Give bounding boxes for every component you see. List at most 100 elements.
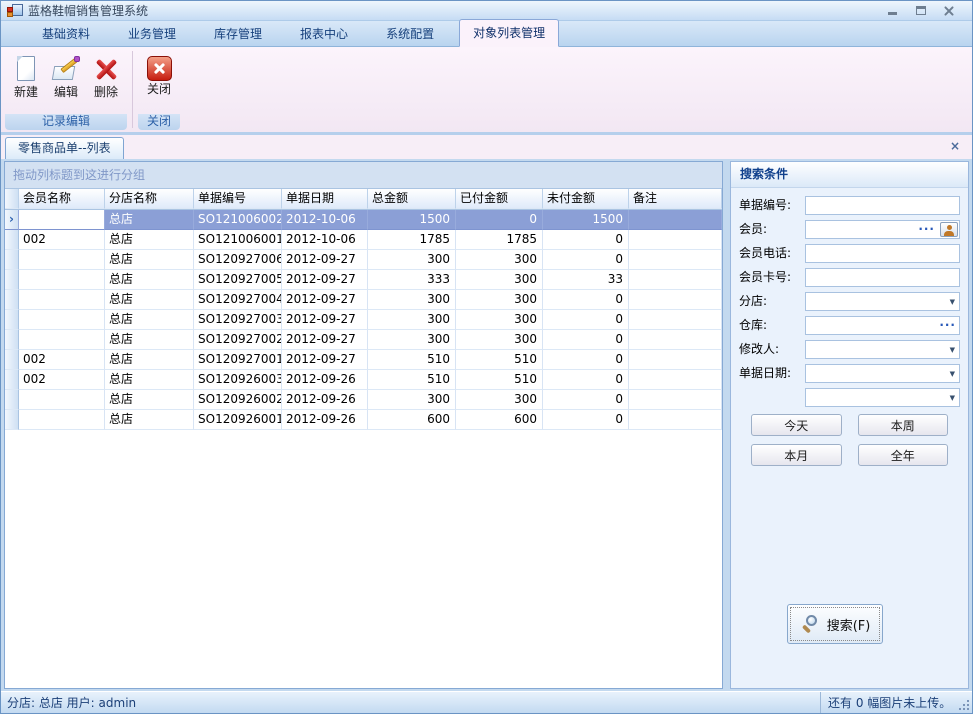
row-indicator[interactable]: [5, 350, 19, 370]
cell-total[interactable]: 300: [368, 330, 456, 350]
modifier-select[interactable]: ▼: [805, 340, 960, 359]
cell-total[interactable]: 1500: [368, 210, 456, 230]
cell-date[interactable]: 2012-09-26: [282, 370, 368, 390]
tab-business[interactable]: 业务管理: [115, 21, 189, 47]
cell-total[interactable]: 600: [368, 410, 456, 430]
cell-member[interactable]: [19, 390, 105, 410]
minimize-button[interactable]: [886, 4, 900, 18]
cell-member[interactable]: [19, 210, 105, 230]
cell-unpaid[interactable]: 0: [543, 310, 629, 330]
cell-date[interactable]: 2012-09-27: [282, 310, 368, 330]
table-row[interactable]: 总店SO1209260022012-09-263003000: [5, 390, 722, 410]
search-button[interactable]: 搜索(F): [787, 604, 883, 644]
cell-note[interactable]: [629, 270, 722, 290]
row-indicator[interactable]: [5, 230, 19, 250]
table-row[interactable]: 002总店SO1209270012012-09-275105100: [5, 350, 722, 370]
cell-total[interactable]: 300: [368, 290, 456, 310]
today-button[interactable]: 今天: [751, 414, 842, 436]
cell-paid[interactable]: 300: [456, 270, 543, 290]
cell-branch[interactable]: 总店: [105, 270, 194, 290]
maximize-button[interactable]: [914, 4, 928, 18]
cell-date[interactable]: 2012-09-26: [282, 410, 368, 430]
cell-date[interactable]: 2012-10-06: [282, 230, 368, 250]
cell-date[interactable]: 2012-09-27: [282, 330, 368, 350]
cell-branch[interactable]: 总店: [105, 310, 194, 330]
table-row[interactable]: 002总店SO1209260032012-09-265105100: [5, 370, 722, 390]
cell-total[interactable]: 333: [368, 270, 456, 290]
row-indicator[interactable]: [5, 290, 19, 310]
cell-paid[interactable]: 300: [456, 290, 543, 310]
cell-paid[interactable]: 300: [456, 390, 543, 410]
cell-date[interactable]: 2012-09-27: [282, 270, 368, 290]
cell-unpaid[interactable]: 0: [543, 410, 629, 430]
row-indicator[interactable]: [5, 410, 19, 430]
column-header-date[interactable]: 单据日期: [282, 189, 368, 209]
table-row[interactable]: 总店SO1209270052012-09-2733330033: [5, 270, 722, 290]
cell-unpaid[interactable]: 0: [543, 230, 629, 250]
splitter[interactable]: [723, 161, 730, 689]
cell-paid[interactable]: 510: [456, 370, 543, 390]
cell-doc_no[interactable]: SO121006002: [194, 210, 282, 230]
cell-paid[interactable]: 510: [456, 350, 543, 370]
ellipsis-icon[interactable]: ···: [939, 318, 959, 333]
cell-member[interactable]: [19, 410, 105, 430]
row-indicator[interactable]: [5, 390, 19, 410]
cell-member[interactable]: [19, 330, 105, 350]
member-card-input[interactable]: [805, 268, 960, 287]
cell-note[interactable]: [629, 210, 722, 230]
cell-total[interactable]: 300: [368, 310, 456, 330]
cell-branch[interactable]: 总店: [105, 230, 194, 250]
tab-object-list[interactable]: 对象列表管理: [459, 19, 559, 47]
cell-branch[interactable]: 总店: [105, 370, 194, 390]
table-row[interactable]: 总店SO1209270032012-09-273003000: [5, 310, 722, 330]
resize-grip-icon[interactable]: [958, 699, 970, 711]
cell-member[interactable]: [19, 250, 105, 270]
cell-doc_no[interactable]: SO120926003: [194, 370, 282, 390]
cell-branch[interactable]: 总店: [105, 250, 194, 270]
tab-reports[interactable]: 报表中心: [287, 21, 361, 47]
column-header-doc-no[interactable]: 单据编号: [194, 189, 282, 209]
cell-unpaid[interactable]: 0: [543, 350, 629, 370]
person-icon[interactable]: [940, 222, 958, 237]
row-indicator[interactable]: [5, 270, 19, 290]
row-indicator[interactable]: [5, 330, 19, 350]
doc-date-from-select[interactable]: ▼: [805, 364, 960, 383]
cell-note[interactable]: [629, 250, 722, 270]
column-header-paid[interactable]: 已付金额: [456, 189, 543, 209]
column-header-member[interactable]: 会员名称: [19, 189, 105, 209]
table-row[interactable]: 总店SO1209260012012-09-266006000: [5, 410, 722, 430]
close-tab-button[interactable]: 关闭: [139, 51, 179, 97]
cell-unpaid[interactable]: 0: [543, 250, 629, 270]
cell-paid[interactable]: 600: [456, 410, 543, 430]
cell-member[interactable]: 002: [19, 230, 105, 250]
cell-branch[interactable]: 总店: [105, 290, 194, 310]
cell-note[interactable]: [629, 230, 722, 250]
cell-doc_no[interactable]: SO120926001: [194, 410, 282, 430]
cell-branch[interactable]: 总店: [105, 390, 194, 410]
column-header-note[interactable]: 备注: [629, 189, 722, 209]
cell-branch[interactable]: 总店: [105, 410, 194, 430]
cell-note[interactable]: [629, 330, 722, 350]
cell-unpaid[interactable]: 0: [543, 370, 629, 390]
cell-date[interactable]: 2012-09-27: [282, 350, 368, 370]
this-month-button[interactable]: 本月: [751, 444, 842, 466]
cell-unpaid[interactable]: 1500: [543, 210, 629, 230]
tab-inventory[interactable]: 库存管理: [201, 21, 275, 47]
cell-note[interactable]: [629, 410, 722, 430]
cell-date[interactable]: 2012-09-26: [282, 390, 368, 410]
cell-doc_no[interactable]: SO120927004: [194, 290, 282, 310]
tab-close-icon[interactable]: ×: [950, 139, 960, 153]
cell-note[interactable]: [629, 350, 722, 370]
cell-date[interactable]: 2012-10-06: [282, 210, 368, 230]
cell-note[interactable]: [629, 290, 722, 310]
doc-no-input[interactable]: [805, 196, 960, 215]
cell-doc_no[interactable]: SO120927003: [194, 310, 282, 330]
cell-note[interactable]: [629, 310, 722, 330]
member-phone-input[interactable]: [805, 244, 960, 263]
tab-retail-order-list[interactable]: 零售商品单--列表: [5, 137, 124, 159]
delete-button[interactable]: 删除: [86, 51, 126, 100]
cell-paid[interactable]: 300: [456, 250, 543, 270]
cell-total[interactable]: 1785: [368, 230, 456, 250]
cell-doc_no[interactable]: SO120927002: [194, 330, 282, 350]
cell-unpaid[interactable]: 33: [543, 270, 629, 290]
